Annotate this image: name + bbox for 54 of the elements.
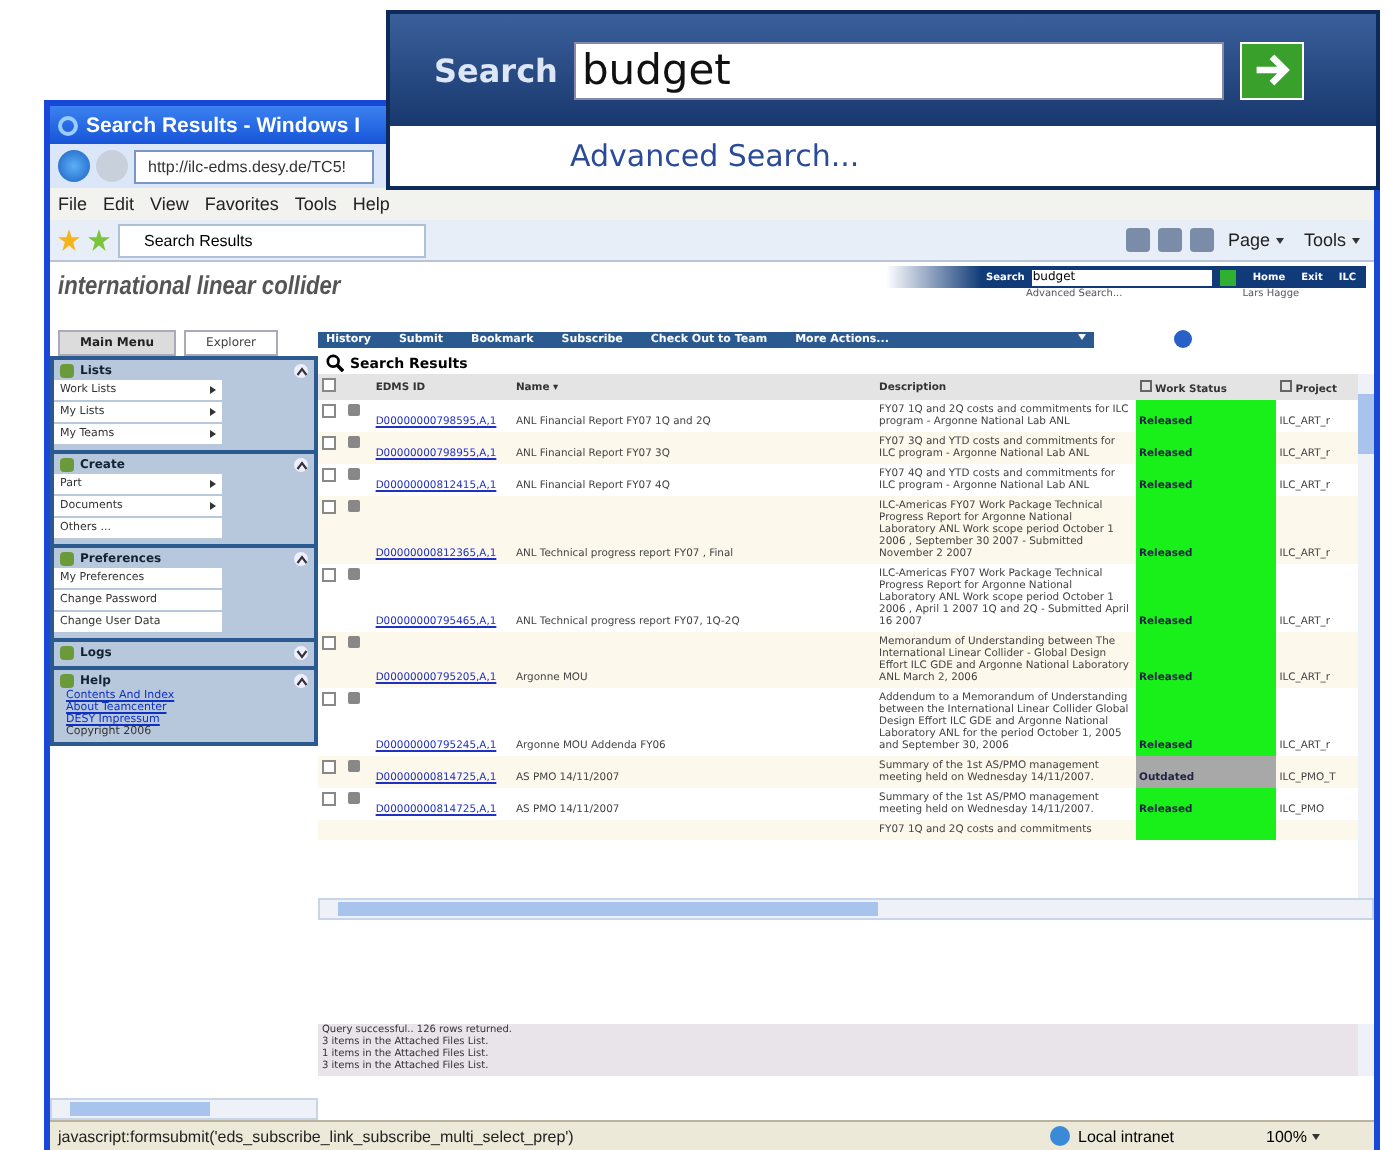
row-checkbox[interactable] [322, 436, 336, 450]
section-icon [60, 552, 74, 566]
menu-item[interactable]: File [58, 194, 88, 214]
search-field[interactable]: budget [573, 41, 1224, 99]
menu-item[interactable]: Favorites [204, 194, 279, 214]
search-label: Search [434, 51, 558, 89]
site-logo: international linear collider [58, 270, 341, 300]
browser-tab[interactable]: Search Results [118, 223, 426, 257]
menu-item[interactable]: View [150, 194, 189, 214]
row-checkbox[interactable] [322, 568, 336, 582]
toolbar-button[interactable]: Tools [1297, 230, 1366, 250]
select-all-checkbox[interactable] [322, 378, 336, 392]
browser-icon [58, 115, 78, 135]
row-checkbox[interactable] [322, 468, 336, 482]
search-icon [326, 354, 344, 372]
section-icon [60, 458, 74, 472]
zoom-control[interactable]: 100% [1266, 1127, 1366, 1145]
go-button[interactable] [1220, 269, 1237, 285]
collapse-button[interactable] [294, 364, 308, 378]
collapse-button[interactable] [294, 458, 308, 472]
vertical-scrollbar[interactable] [1358, 1024, 1374, 1076]
row-checkbox[interactable] [322, 760, 336, 774]
row-checkbox[interactable] [322, 404, 336, 418]
status-text: javascript:formsubmit('eds_subscribe_link_subscribe_multi_select_prep') [58, 1127, 574, 1145]
advanced-search-link[interactable]: Advanced Search... [570, 138, 860, 174]
section-icon [60, 364, 74, 378]
menu-item[interactable]: Tools [294, 194, 337, 214]
window-title: Search Results - Windows I [86, 113, 361, 137]
horizontal-scrollbar[interactable] [50, 1098, 318, 1120]
horizontal-scrollbar[interactable] [318, 898, 1374, 920]
document-icon [348, 568, 361, 580]
zone-label: Local intranet [1078, 1127, 1177, 1145]
row-checkbox[interactable] [322, 636, 336, 650]
toolbar-button[interactable]: Page [1221, 230, 1290, 250]
address-field[interactable]: http://ilc-edms.desy.de/TC5! [134, 149, 374, 183]
menu-item[interactable]: Help [352, 194, 390, 214]
document-icon [348, 500, 361, 512]
collapse-button[interactable] [294, 674, 308, 688]
document-icon [348, 692, 361, 704]
row-checkbox[interactable] [322, 692, 336, 706]
collapse-button[interactable] [294, 552, 308, 566]
document-icon [348, 404, 361, 416]
document-icon [348, 468, 361, 480]
document-icon [348, 760, 361, 772]
expand-button[interactable] [294, 646, 308, 660]
menu-item[interactable]: Edit [103, 194, 135, 214]
document-icon [348, 792, 361, 804]
back-button[interactable] [58, 150, 90, 182]
document-icon [348, 436, 361, 448]
go-button[interactable] [1239, 41, 1304, 99]
vertical-scrollbar[interactable] [1358, 374, 1374, 898]
document-icon [348, 636, 361, 648]
row-checkbox[interactable] [322, 792, 336, 806]
row-checkbox[interactable] [322, 500, 336, 514]
